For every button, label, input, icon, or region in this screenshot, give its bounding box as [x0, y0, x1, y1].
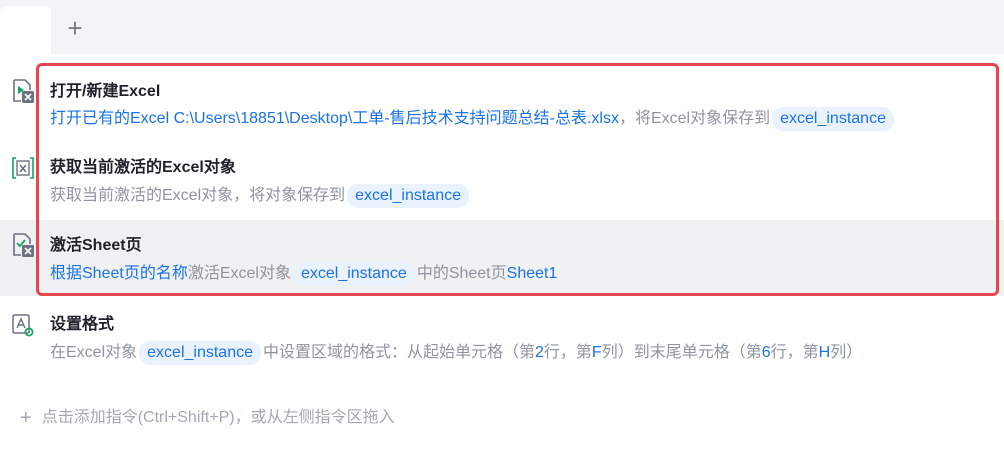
step-title: 激活Sheet页 [50, 237, 142, 254]
step-title: 获取当前激活的Excel对象 [50, 159, 236, 176]
step-title: 设置格式 [50, 316, 115, 333]
variable-chip[interactable]: excel_instance [292, 261, 415, 286]
step-description: 根据Sheet页的名称激活Excel对象 excel_instance 中的Shee… [50, 259, 557, 286]
variable-chip[interactable]: excel_instance [347, 183, 469, 208]
step-title: 打开/新建Excel [50, 83, 161, 100]
excel-get-active-icon [11, 155, 35, 181]
variable-chip[interactable]: excel_instance [772, 106, 894, 131]
variable-chip[interactable]: excel_instance [139, 340, 261, 365]
add-instruction-label: 点击添加指令(Ctrl+Shift+P)，或从左侧指令区拖入 [41, 409, 395, 426]
step-description: 打开已有的Excel C:\Users\18851\Desktop\工单-售后技… [50, 104, 896, 131]
excel-activate-sheet-icon [11, 232, 35, 258]
step-description: 在Excel对象 excel_instance 中设置区域的格式：从起始单元格（第2… [50, 338, 862, 365]
excel-open-icon [11, 78, 35, 104]
add-instruction-button[interactable]: + 点击添加指令(Ctrl+Shift+P)，或从左侧指令区拖入 [20, 403, 395, 430]
tab-bar: + [0, 0, 1004, 54]
step-get-active-excel[interactable]: 获取当前激活的Excel对象 获取当前激活的Excel对象，将对象保存到 exce… [0, 142, 1004, 220]
plus-icon: + [20, 407, 32, 429]
step-set-format[interactable]: 设置格式 在Excel对象 excel_instance 中设置区域的格式：从起始单… [0, 298, 1004, 374]
excel-format-icon [11, 312, 35, 338]
add-tab-button[interactable]: + [62, 14, 88, 42]
tab-current[interactable] [0, 6, 51, 54]
step-open-excel[interactable]: 打开/新建Excel 打开已有的Excel C:\Users\18851\Des… [0, 66, 1004, 142]
step-activate-sheet[interactable]: 激活Sheet页 根据Sheet页的名称激活Excel对象 excel_insta… [0, 220, 1004, 296]
plus-icon: + [67, 13, 83, 43]
step-description: 获取当前激活的Excel对象，将对象保存到 excel_instance [50, 181, 471, 208]
